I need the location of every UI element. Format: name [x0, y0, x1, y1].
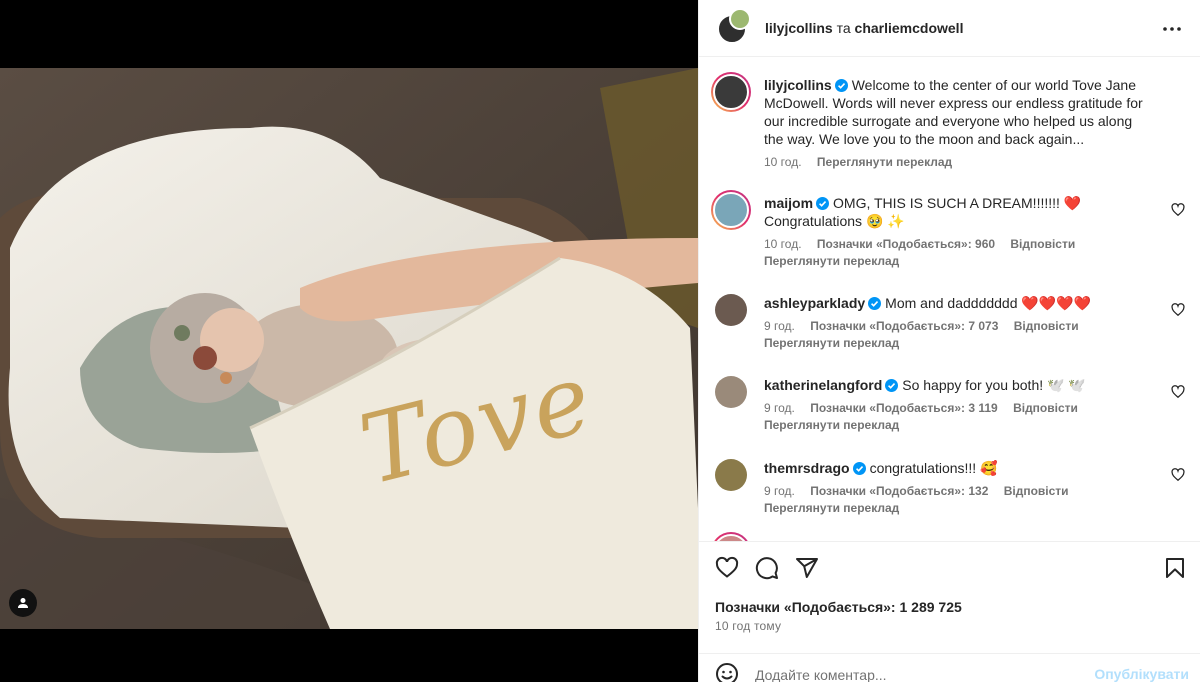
- comment-item: themrsdrago congratulations!!! 🥰 9 год. П…: [715, 459, 1185, 516]
- avatar[interactable]: [715, 376, 747, 408]
- comment-username[interactable]: katherinelangford: [764, 377, 882, 393]
- post-comment-button[interactable]: Опублікувати: [1094, 666, 1189, 682]
- comment-meta: 10 год. Позначки «Подобається»: 960 Відп…: [764, 236, 1155, 252]
- reply-button[interactable]: Відповісти: [1010, 237, 1075, 251]
- comment-text: congratulations!!! 🥰: [869, 460, 998, 476]
- post-header: lilyjcollins та charliemcdowell: [699, 0, 1200, 57]
- instagram-post-view: Tove lilyjcollins та charliemcdowell lil…: [0, 0, 1200, 682]
- verified-badge-icon: [885, 379, 899, 392]
- post-authors: lilyjcollins та charliemcdowell: [765, 20, 963, 36]
- comment-timestamp[interactable]: 9 год.: [764, 484, 795, 498]
- like-comment-icon[interactable]: [1171, 303, 1185, 317]
- comment-item: ashleyparklady Mom and daddddddd ❤️❤️❤️❤️…: [715, 294, 1185, 351]
- more-options-icon: [1163, 27, 1181, 31]
- user-tag-icon: [18, 598, 28, 608]
- likes-count[interactable]: Позначки «Подобається»: 1 289 725: [715, 599, 962, 615]
- verified-badge-icon: [868, 297, 882, 310]
- author-link[interactable]: lilyjcollins: [765, 20, 833, 36]
- caption-meta: 10 год. Переглянути переклад: [764, 154, 1155, 170]
- post-side-panel: lilyjcollins та charliemcdowell lilyjcol…: [698, 0, 1200, 682]
- comment-timestamp[interactable]: 10 год.: [764, 237, 802, 251]
- like-comment-icon[interactable]: [1171, 468, 1185, 482]
- avatar[interactable]: [715, 459, 747, 491]
- post-media: Tove: [0, 0, 698, 682]
- avatar[interactable]: [715, 294, 747, 326]
- comment-meta: 9 год. Позначки «Подобається»: 3 119 Від…: [764, 400, 1155, 416]
- bookmark-icon[interactable]: [1163, 556, 1187, 580]
- reply-button[interactable]: Відповісти: [1004, 484, 1069, 498]
- comment-input[interactable]: [755, 664, 1075, 682]
- comment-text: Mom and daddddddd ❤️❤️❤️❤️: [885, 295, 1092, 311]
- author-link[interactable]: charliemcdowell: [855, 20, 964, 36]
- avatar[interactable]: [711, 532, 751, 541]
- comment-text: So happy for you both! 🕊️ 🕊️: [902, 377, 1086, 393]
- reply-button[interactable]: Відповісти: [1013, 401, 1078, 415]
- comment-composer: Опублікувати: [699, 653, 1200, 682]
- comment-username[interactable]: maijom: [764, 195, 813, 211]
- like-comment-icon[interactable]: [1171, 203, 1185, 217]
- comment-meta: 9 год. Позначки «Подобається»: 7 073 Від…: [764, 318, 1155, 334]
- comment-username[interactable]: ashleyparklady: [764, 295, 865, 311]
- comment-item: maijom OMG, THIS IS SUCH A DREAM!!!!!!! ❤…: [711, 190, 1185, 269]
- comment-likes[interactable]: Позначки «Подобається»: 3 119: [810, 401, 998, 415]
- translate-link[interactable]: Переглянути переклад: [764, 417, 1155, 433]
- heart-icon[interactable]: [715, 556, 739, 580]
- more-options-button[interactable]: [1161, 18, 1183, 40]
- caption-timestamp[interactable]: 10 год.: [764, 155, 802, 169]
- comment-timestamp[interactable]: 9 год.: [764, 401, 795, 415]
- translate-link[interactable]: Переглянути переклад: [764, 500, 1155, 516]
- translate-link[interactable]: Переглянути переклад: [817, 155, 952, 169]
- avatar[interactable]: [711, 72, 751, 112]
- caption-username[interactable]: lilyjcollins: [764, 77, 832, 93]
- comment-likes[interactable]: Позначки «Подобається»: 7 073: [810, 319, 998, 333]
- comment-timestamp[interactable]: 9 год.: [764, 319, 795, 333]
- post-timestamp[interactable]: 10 год тому: [715, 619, 781, 633]
- post-actions: Позначки «Подобається»: 1 289 725 10 год…: [699, 541, 1200, 641]
- comment-item: katherinelangford So happy for you both! …: [715, 376, 1185, 433]
- comment-likes[interactable]: Позначки «Подобається»: 132: [810, 484, 988, 498]
- reply-button[interactable]: Відповісти: [1014, 319, 1079, 333]
- verified-badge-icon: [852, 462, 866, 475]
- comment-username[interactable]: themrsdrago: [764, 460, 850, 476]
- comment-likes[interactable]: Позначки «Подобається»: 960: [817, 237, 995, 251]
- like-comment-icon[interactable]: [1171, 385, 1185, 399]
- avatar[interactable]: [711, 190, 751, 230]
- emoji-icon[interactable]: [715, 662, 739, 682]
- translate-link[interactable]: Переглянути переклад: [764, 335, 1155, 351]
- verified-badge-icon: [834, 79, 848, 92]
- user-tag-button[interactable]: [9, 589, 37, 617]
- share-icon[interactable]: [795, 556, 819, 580]
- comment-icon[interactable]: [755, 556, 779, 580]
- post-photo[interactable]: Tove: [0, 68, 698, 629]
- post-caption: lilyjcollins Welcome to the center of our…: [711, 72, 1185, 170]
- avatar: [729, 8, 751, 30]
- translate-link[interactable]: Переглянути переклад: [764, 253, 1155, 269]
- authors-conjunction: та: [836, 20, 851, 36]
- comments-list[interactable]: lilyjcollins Welcome to the center of our…: [699, 58, 1200, 541]
- verified-badge-icon: [816, 197, 830, 210]
- header-avatars[interactable]: [715, 8, 755, 48]
- comment-meta: 9 год. Позначки «Подобається»: 132 Відпо…: [764, 483, 1155, 499]
